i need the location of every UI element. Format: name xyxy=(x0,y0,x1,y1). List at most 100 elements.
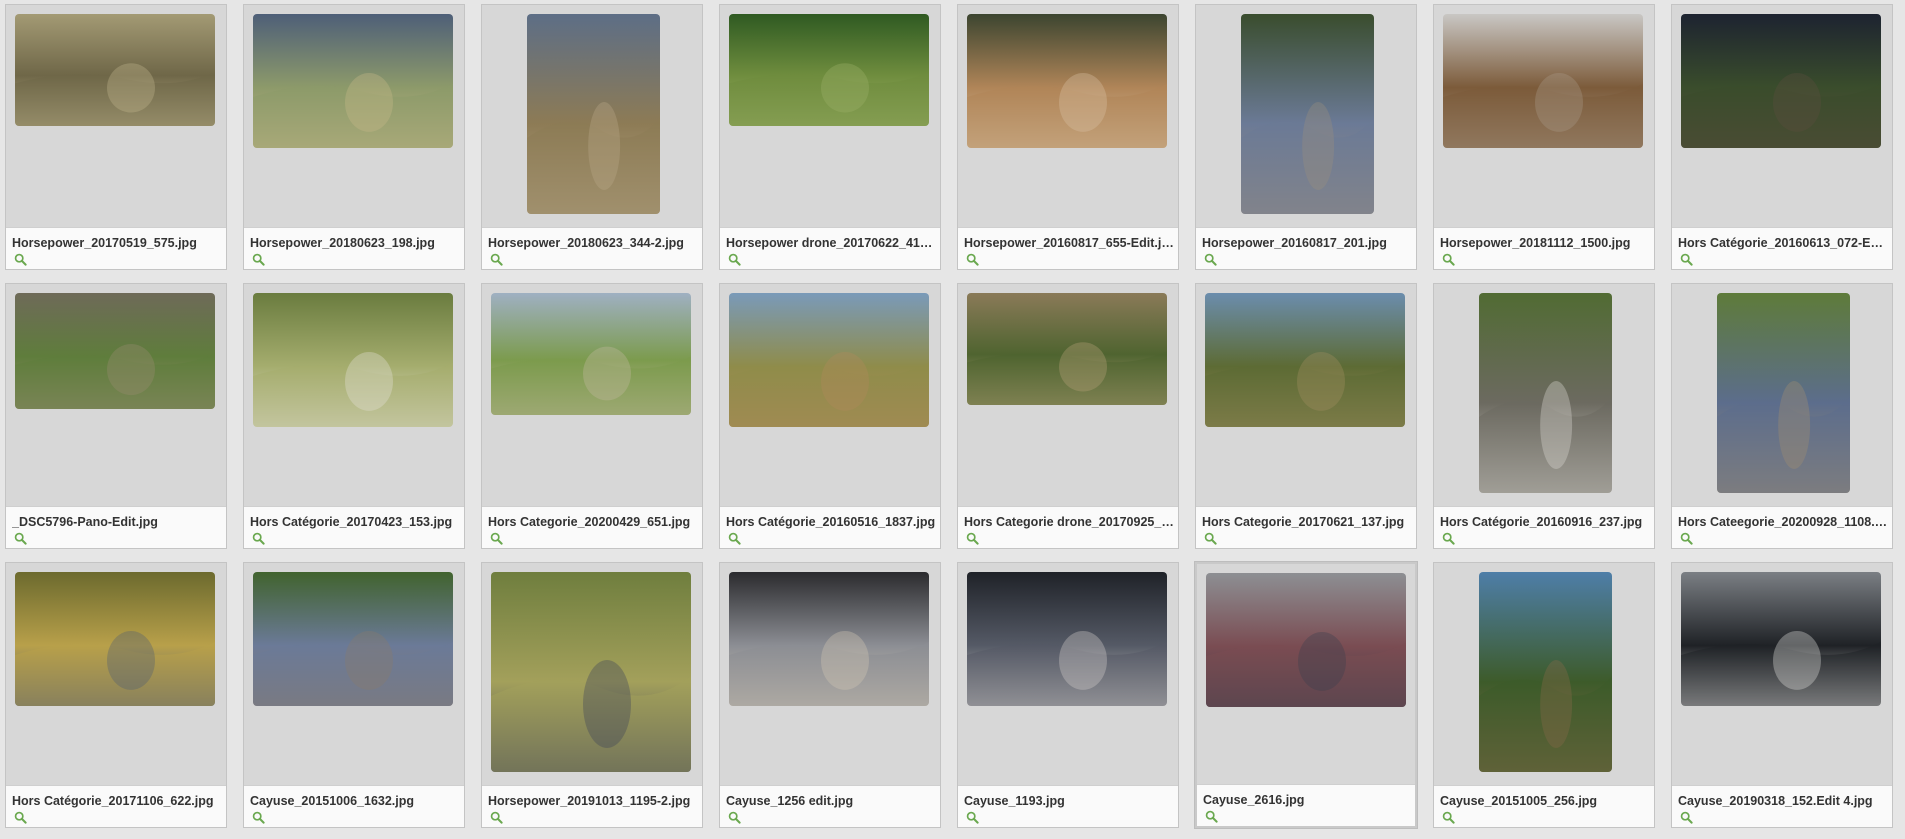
thumbnail-tile[interactable]: Horsepower drone_20170622_410.jpg xyxy=(719,4,941,270)
thumbnail-tile[interactable]: Hors Categorie_20170621_137.jpg xyxy=(1195,283,1417,549)
thumbnail-image[interactable] xyxy=(1241,14,1374,214)
thumbnail-tile[interactable]: Horsepower_20170519_575.jpg xyxy=(5,4,227,270)
filename-label: Hors Cateegorie_20200928_1108.jpg xyxy=(1678,515,1888,529)
magnifier-icon[interactable] xyxy=(252,811,265,824)
magnifier-icon[interactable] xyxy=(1205,810,1218,823)
magnifier-icon[interactable] xyxy=(1204,253,1217,266)
thumbnail-area xyxy=(958,563,1178,785)
thumbnail-tile[interactable]: Horsepower_20191013_1195-2.jpg xyxy=(481,562,703,828)
magnifier-icon[interactable] xyxy=(1204,532,1217,545)
magnifier-icon[interactable] xyxy=(252,532,265,545)
thumbnail-image[interactable] xyxy=(729,293,929,427)
thumbnail-tile[interactable]: Cayuse_20190318_152.Edit 4.jpg xyxy=(1671,562,1893,828)
magnifier-icon[interactable] xyxy=(1442,253,1455,266)
thumbnail-tile[interactable]: Hors Catégorie_20170423_153.jpg xyxy=(243,283,465,549)
magnifier-icon[interactable] xyxy=(1442,532,1455,545)
thumbnail-image[interactable] xyxy=(15,293,215,409)
thumbnail-tile[interactable]: Cayuse_20151005_256.jpg xyxy=(1433,562,1655,828)
thumbnail-tile[interactable]: Horsepower_20160817_655-Edit.jpg xyxy=(957,4,1179,270)
thumbnail-tile[interactable]: Cayuse_2616.jpg xyxy=(1195,562,1417,828)
thumbnail-caption: Cayuse_1256 edit.jpg xyxy=(720,785,940,827)
thumbnail-caption: Horsepower_20180623_198.jpg xyxy=(244,227,464,269)
thumbnail-area xyxy=(1196,284,1416,506)
filename-label: Horsepower_20160817_655-Edit.jpg xyxy=(964,236,1174,250)
thumbnail-image[interactable] xyxy=(729,14,929,126)
filename-label: Hors Catégorie_20171106_622.jpg xyxy=(12,794,214,808)
magnifier-icon[interactable] xyxy=(966,532,979,545)
magnifier-icon[interactable] xyxy=(1680,532,1693,545)
thumbnail-area xyxy=(6,284,226,506)
thumbnail-image[interactable] xyxy=(967,14,1167,148)
thumbnail-image[interactable] xyxy=(1717,293,1850,493)
magnifier-icon[interactable] xyxy=(490,532,503,545)
filename-label: Hors Catégorie_20170423_153.jpg xyxy=(250,515,453,529)
magnifier-icon[interactable] xyxy=(490,253,503,266)
thumbnail-image[interactable] xyxy=(15,572,215,706)
thumbnail-image[interactable] xyxy=(1443,14,1643,148)
filename-label: Horsepower_20170519_575.jpg xyxy=(12,236,197,250)
magnifier-icon[interactable] xyxy=(1680,253,1693,266)
thumbnail-image[interactable] xyxy=(253,14,453,148)
magnifier-icon[interactable] xyxy=(966,811,979,824)
thumbnail-tile[interactable]: Cayuse_20151006_1632.jpg xyxy=(243,562,465,828)
magnifier-icon[interactable] xyxy=(728,253,741,266)
thumbnail-tile[interactable]: Hors Categorie_20200429_651.jpg xyxy=(481,283,703,549)
filename-label: Hors Catégorie_20160916_237.jpg xyxy=(1440,515,1643,529)
magnifier-icon[interactable] xyxy=(1442,811,1455,824)
magnifier-icon[interactable] xyxy=(14,253,27,266)
thumbnail-area xyxy=(244,5,464,227)
magnifier-icon[interactable] xyxy=(728,532,741,545)
thumbnail-image[interactable] xyxy=(967,293,1167,405)
thumbnail-tile[interactable]: Cayuse_1256 edit.jpg xyxy=(719,562,941,828)
filename-label: Hors Categorie_20170621_137.jpg xyxy=(1202,515,1405,529)
thumbnail-area xyxy=(1434,563,1654,785)
thumbnail-caption: Horsepower_20160817_655-Edit.jpg xyxy=(958,227,1178,269)
magnifier-icon[interactable] xyxy=(728,811,741,824)
thumbnail-tile[interactable]: Horsepower_20181112_1500.jpg xyxy=(1433,4,1655,270)
thumbnail-image[interactable] xyxy=(491,293,691,415)
magnifier-icon[interactable] xyxy=(14,811,27,824)
thumbnail-area xyxy=(1672,563,1892,785)
thumbnail-area xyxy=(244,284,464,506)
magnifier-icon[interactable] xyxy=(252,253,265,266)
thumbnail-area xyxy=(1434,5,1654,227)
thumbnail-image[interactable] xyxy=(15,14,215,126)
thumbnail-area xyxy=(1197,564,1417,786)
filename-label: Cayuse_1256 edit.jpg xyxy=(726,794,854,808)
thumbnail-tile[interactable]: Hors Categorie drone_20170925_0300.jpg xyxy=(957,283,1179,549)
thumbnail-tile[interactable]: Hors Catégorie_20160516_1837.jpg xyxy=(719,283,941,549)
thumbnail-image[interactable] xyxy=(527,14,660,214)
thumbnail-image[interactable] xyxy=(1479,293,1612,493)
magnifier-icon[interactable] xyxy=(490,811,503,824)
thumbnail-area xyxy=(1434,284,1654,506)
thumbnail-tile[interactable]: Horsepower_20180623_344-2.jpg xyxy=(481,4,703,270)
thumbnail-tile[interactable]: Horsepower_20180623_198.jpg xyxy=(243,4,465,270)
thumbnail-tile[interactable]: Hors Catégorie_20160916_237.jpg xyxy=(1433,283,1655,549)
thumbnail-tile[interactable]: Hors Catégorie_20171106_622.jpg xyxy=(5,562,227,828)
thumbnail-caption: _DSC5796-Pano-Edit.jpg xyxy=(6,506,226,548)
thumbnail-image[interactable] xyxy=(729,572,929,706)
thumbnail-image[interactable] xyxy=(253,572,453,706)
magnifier-icon[interactable] xyxy=(1680,811,1693,824)
thumbnail-image[interactable] xyxy=(491,572,691,772)
thumbnail-caption: Horsepower_20170519_575.jpg xyxy=(6,227,226,269)
thumbnail-tile[interactable]: Cayuse_1193.jpg xyxy=(957,562,1179,828)
filename-label: Horsepower_20180623_344-2.jpg xyxy=(488,236,684,250)
thumbnail-tile[interactable]: Horsepower_20160817_201.jpg xyxy=(1195,4,1417,270)
thumbnail-caption: Horsepower_20181112_1500.jpg xyxy=(1434,227,1654,269)
thumbnail-image[interactable] xyxy=(967,572,1167,706)
magnifier-icon[interactable] xyxy=(14,532,27,545)
thumbnail-grid: Horsepower_20170519_575.jpg Horsepower_20… xyxy=(0,0,1905,839)
thumbnail-image[interactable] xyxy=(253,293,453,427)
thumbnail-image[interactable] xyxy=(1479,572,1612,772)
thumbnail-image[interactable] xyxy=(1681,14,1881,148)
thumbnail-image[interactable] xyxy=(1206,573,1406,707)
thumbnail-image[interactable] xyxy=(1681,572,1881,706)
thumbnail-tile[interactable]: Hors Cateegorie_20200928_1108.jpg xyxy=(1671,283,1893,549)
magnifier-icon[interactable] xyxy=(966,253,979,266)
thumbnail-tile[interactable]: Hors Catégorie_20160613_072-Edit.jpg xyxy=(1671,4,1893,270)
thumbnail-image[interactable] xyxy=(1205,293,1405,427)
thumbnail-tile[interactable]: _DSC5796-Pano-Edit.jpg xyxy=(5,283,227,549)
filename-label: Horsepower_20180623_198.jpg xyxy=(250,236,435,250)
thumbnail-caption: Cayuse_2616.jpg xyxy=(1197,784,1415,826)
